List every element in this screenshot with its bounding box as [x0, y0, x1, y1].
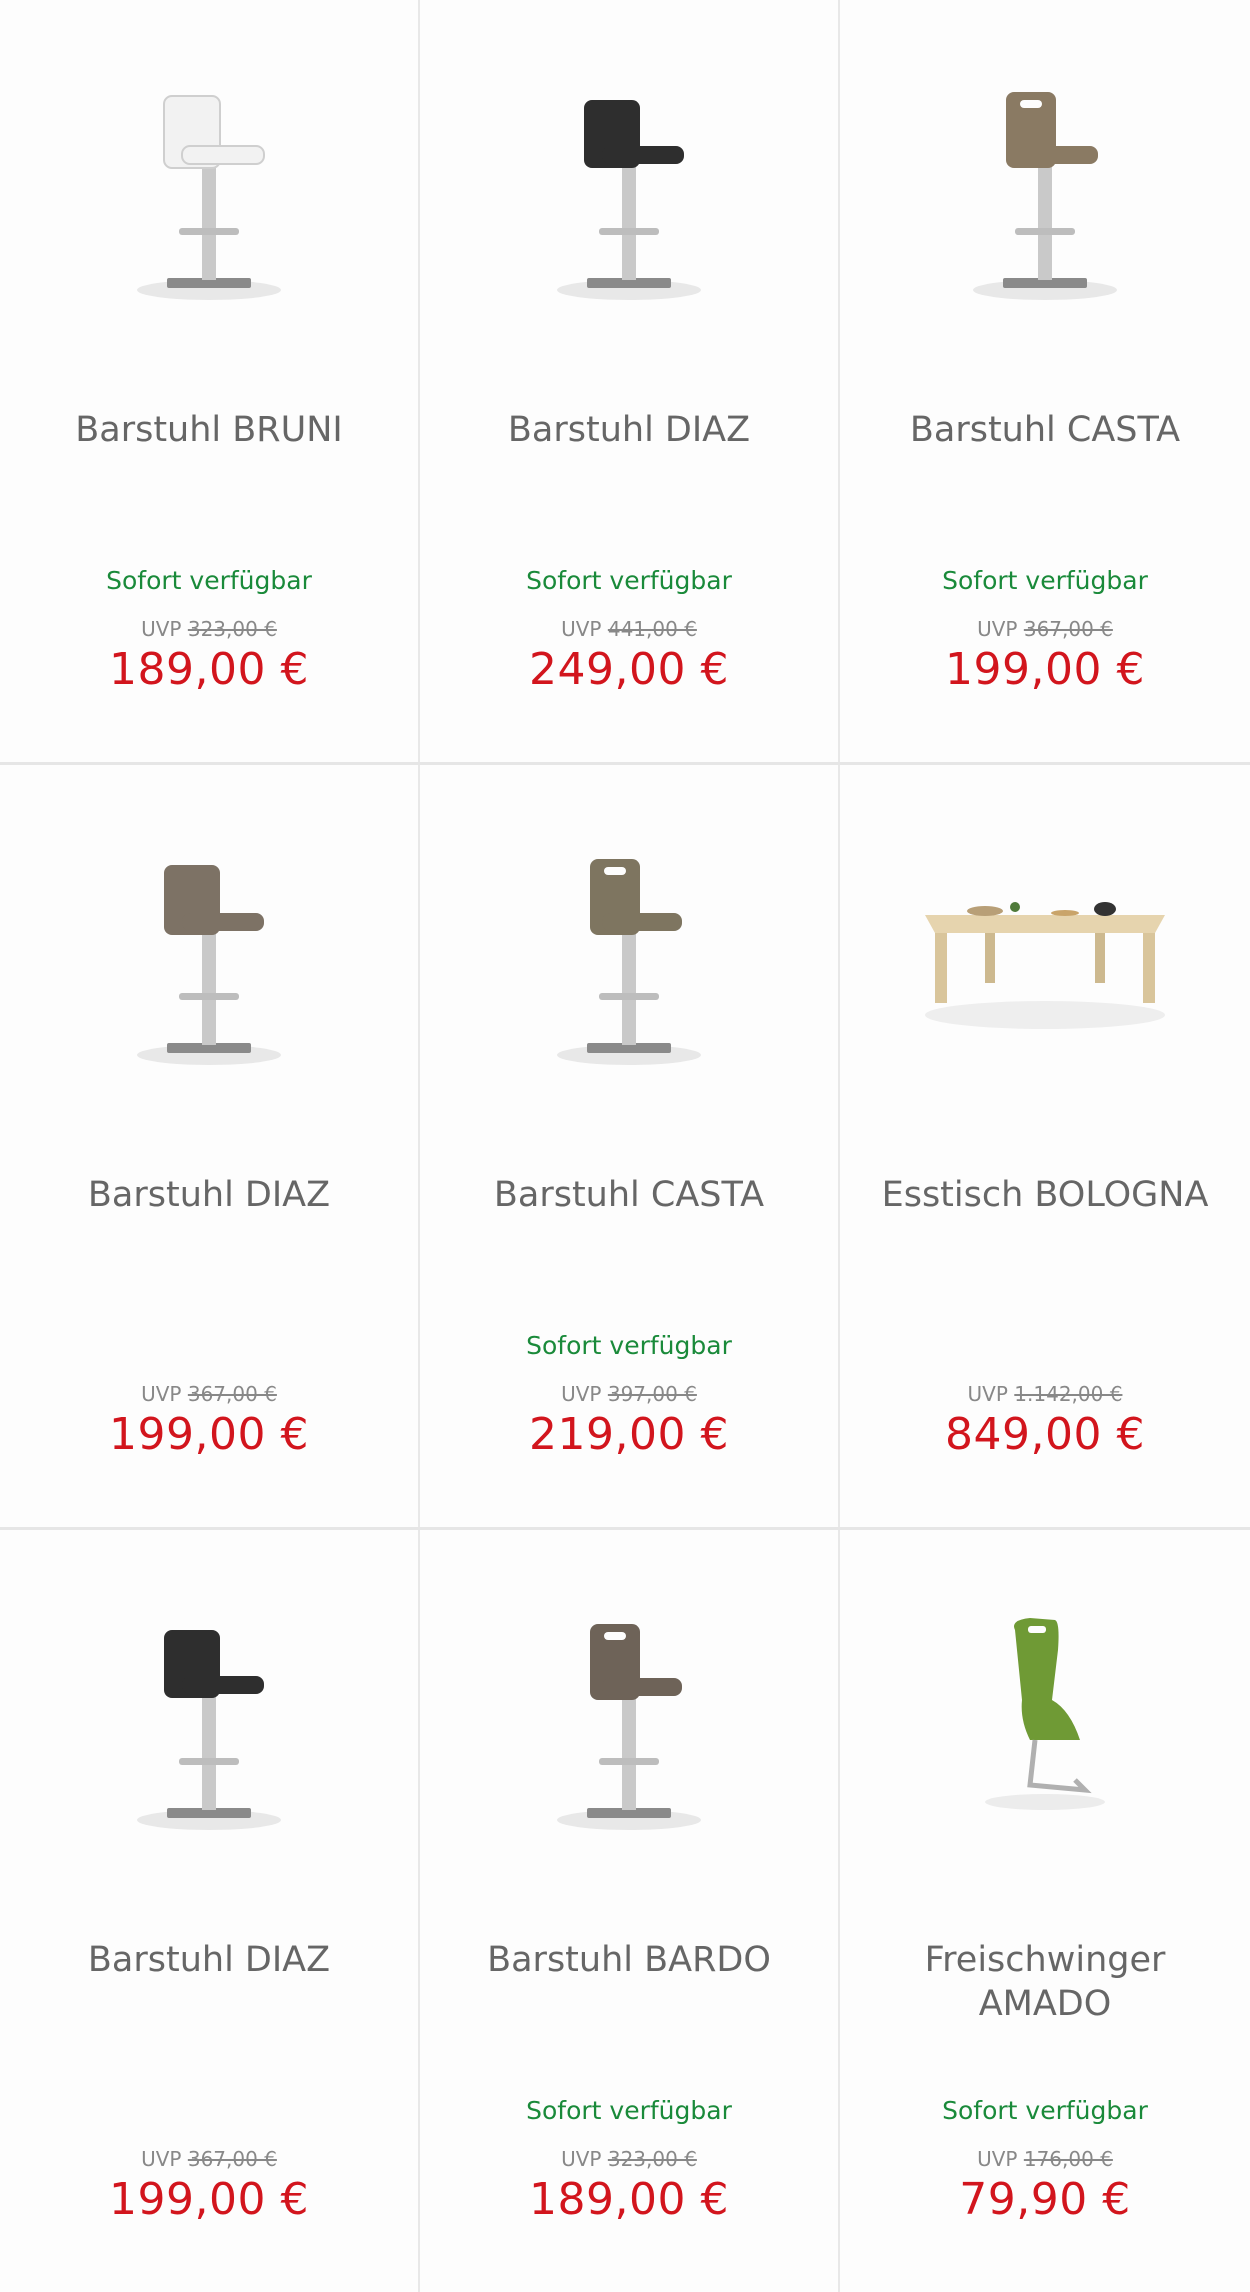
sale-price: 849,00 €	[945, 1409, 1145, 1460]
product-image[interactable]	[89, 795, 329, 1095]
availability-label: Sofort verfügbar	[942, 2096, 1148, 2125]
availability-label: Sofort verfügbar	[526, 2096, 732, 2125]
sale-price: 199,00 €	[945, 644, 1145, 695]
cantilever-chair-icon	[985, 1618, 1105, 1810]
product-image[interactable]	[509, 795, 749, 1095]
barstool-icon	[137, 95, 281, 300]
product-title[interactable]: Barstuhl CASTA	[870, 408, 1220, 452]
uvp-price: UVP 367,00 €	[141, 1382, 277, 1406]
uvp-price: UVP 397,00 €	[561, 1382, 697, 1406]
product-image[interactable]	[925, 30, 1165, 330]
product-title[interactable]: Barstuhl DIAZ	[450, 408, 808, 452]
product-image[interactable]	[509, 1560, 749, 1860]
product-title[interactable]: Esstisch BOLOGNA	[870, 1173, 1220, 1217]
sale-price: 189,00 €	[109, 644, 309, 695]
barstool-icon	[137, 1630, 281, 1830]
uvp-price: UVP 323,00 €	[141, 617, 277, 641]
product-title[interactable]: Barstuhl BARDO	[450, 1938, 808, 1982]
availability-label: Sofort verfügbar	[106, 566, 312, 595]
product-card[interactable]: Freischwinger AMADO Sofort verfügbar UVP…	[840, 1530, 1250, 2292]
uvp-price: UVP 1.142,00 €	[967, 1382, 1123, 1406]
sale-price: 199,00 €	[109, 2174, 309, 2225]
barstool-icon	[137, 865, 281, 1065]
product-title[interactable]: Barstuhl BRUNI	[30, 408, 388, 452]
barstool-icon	[973, 92, 1117, 300]
product-card[interactable]: Barstuhl BRUNI Sofort verfügbar UVP 323,…	[0, 0, 418, 762]
uvp-price: UVP 367,00 €	[141, 2147, 277, 2171]
sale-price: 199,00 €	[109, 1409, 309, 1460]
sale-price: 219,00 €	[529, 1409, 729, 1460]
product-card[interactable]: Barstuhl CASTA Sofort verfügbar UVP 367,…	[840, 0, 1250, 762]
product-image[interactable]	[89, 30, 329, 330]
sale-price: 189,00 €	[529, 2174, 729, 2225]
product-image[interactable]	[910, 795, 1180, 1095]
sale-price: 249,00 €	[529, 644, 729, 695]
product-grid: Barstuhl BRUNI Sofort verfügbar UVP 323,…	[0, 0, 1250, 2292]
product-image[interactable]	[89, 1560, 329, 1860]
dining-table-icon	[925, 902, 1165, 1029]
sale-price: 79,90 €	[959, 2174, 1131, 2225]
product-title[interactable]: Barstuhl CASTA	[450, 1173, 808, 1217]
availability-label: Sofort verfügbar	[942, 566, 1148, 595]
availability-label: Sofort verfügbar	[526, 566, 732, 595]
product-image[interactable]	[509, 30, 749, 330]
product-title[interactable]: Barstuhl DIAZ	[30, 1173, 388, 1217]
uvp-price: UVP 441,00 €	[561, 617, 697, 641]
barstool-icon	[557, 859, 701, 1065]
product-image[interactable]	[925, 1560, 1165, 1860]
uvp-price: UVP 176,00 €	[977, 2147, 1113, 2171]
barstool-icon	[557, 1624, 701, 1830]
product-card[interactable]: Barstuhl BARDO Sofort verfügbar UVP 323,…	[420, 1530, 838, 2292]
product-card[interactable]: Barstuhl DIAZ Sofort verfügbar UVP 441,0…	[420, 0, 838, 762]
product-card[interactable]: Barstuhl DIAZ UVP 367,00 € 199,00 €	[0, 765, 418, 1527]
uvp-price: UVP 367,00 €	[977, 617, 1113, 641]
product-card[interactable]: Barstuhl DIAZ UVP 367,00 € 199,00 €	[0, 1530, 418, 2292]
availability-label: Sofort verfügbar	[526, 1331, 732, 1360]
product-title[interactable]: Freischwinger AMADO	[870, 1938, 1220, 2026]
uvp-price: UVP 323,00 €	[561, 2147, 697, 2171]
product-card[interactable]: Esstisch BOLOGNA UVP 1.142,00 € 849,00 €	[840, 765, 1250, 1527]
product-title[interactable]: Barstuhl DIAZ	[30, 1938, 388, 1982]
barstool-icon	[557, 100, 701, 300]
product-card[interactable]: Barstuhl CASTA Sofort verfügbar UVP 397,…	[420, 765, 838, 1527]
